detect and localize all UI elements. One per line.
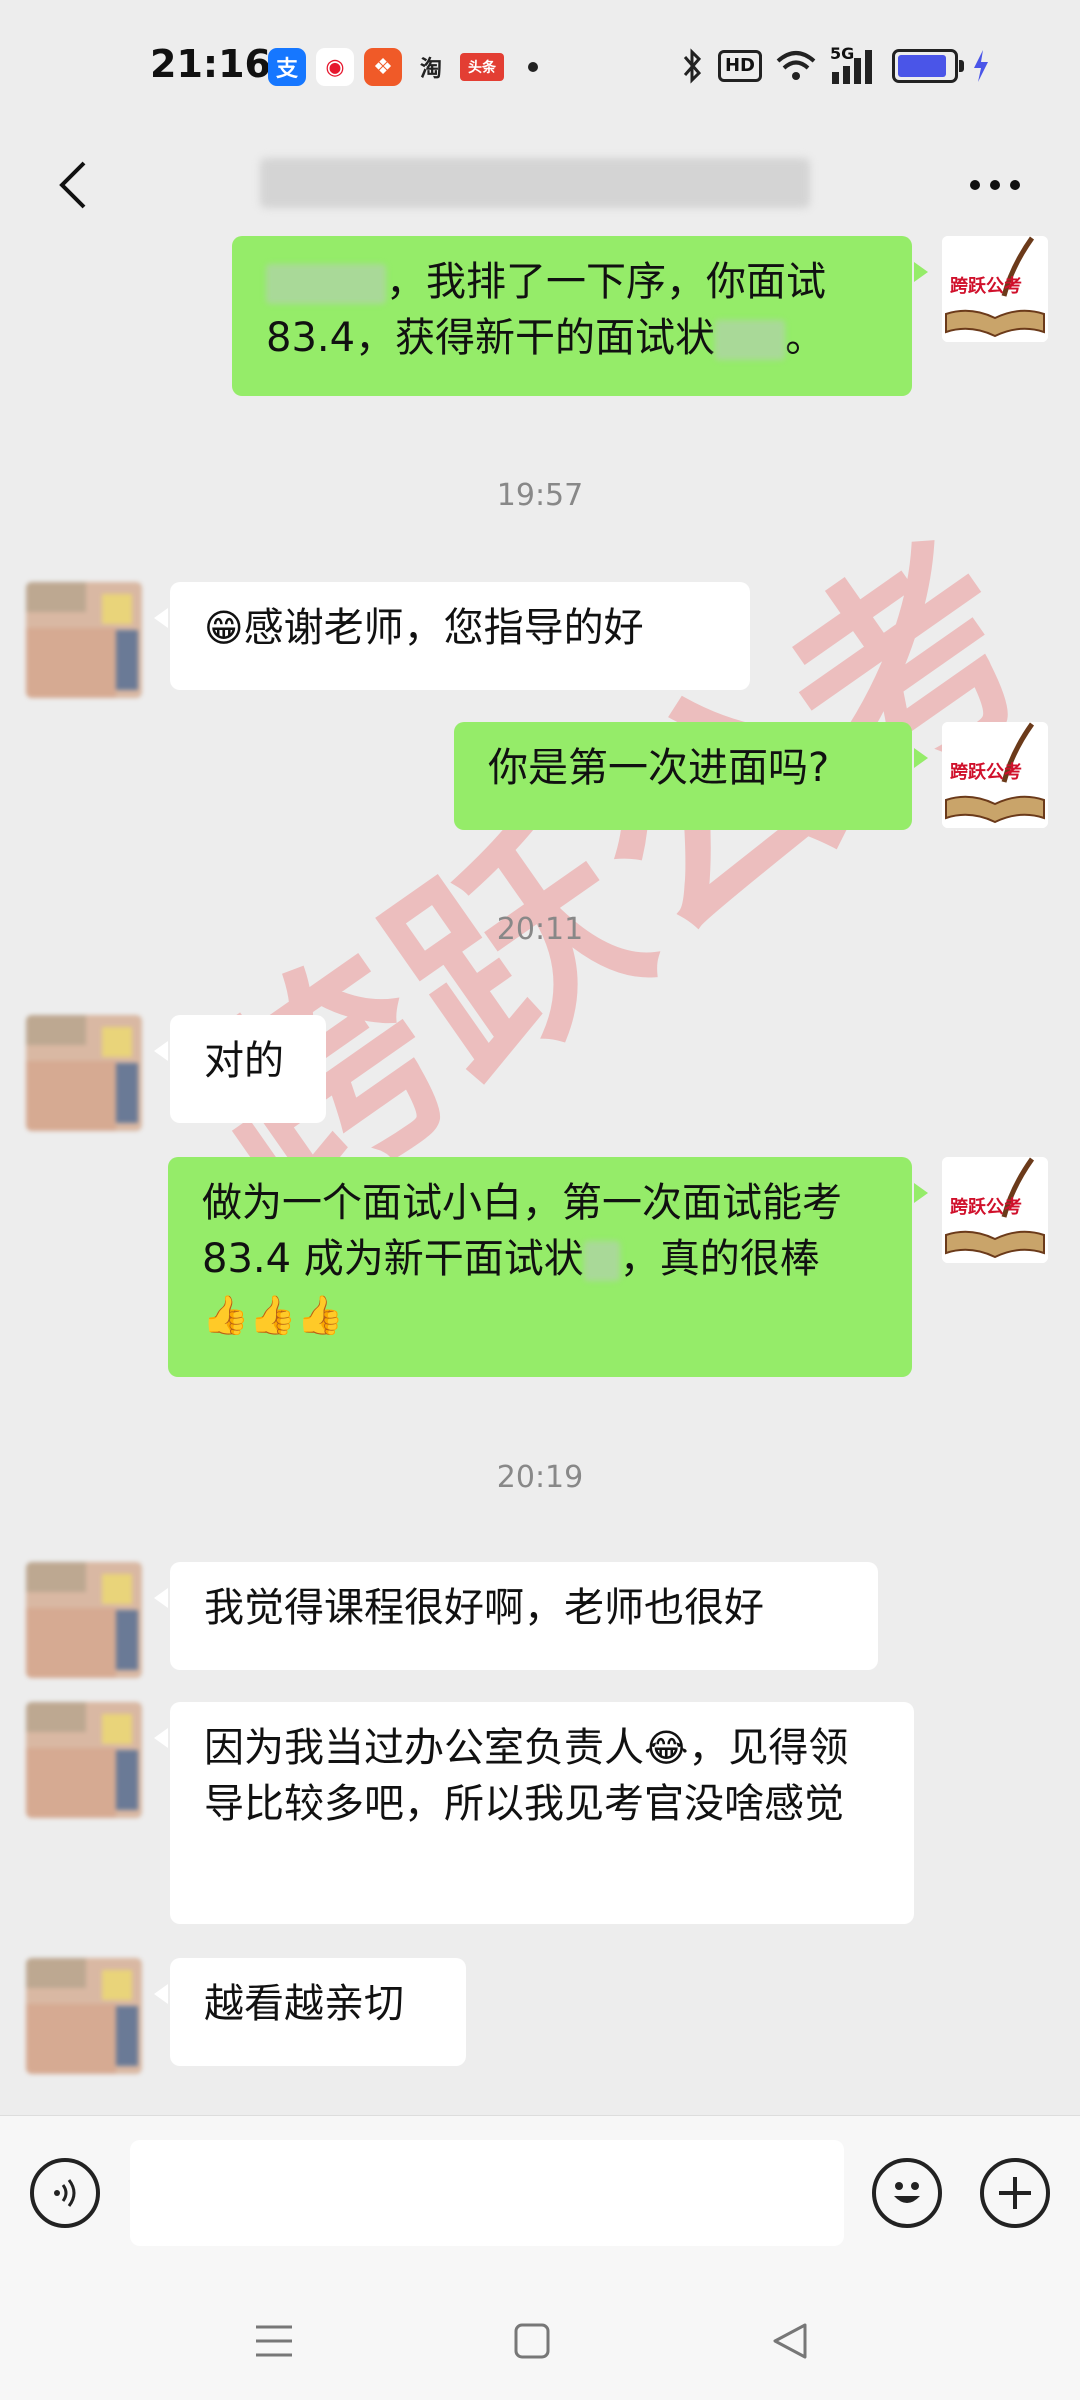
contact-avatar[interactable] [26,1958,142,2074]
message-timestamp: 20:19 [496,1460,584,1495]
toutiao-icon: 头条 [460,53,504,81]
menu-nav-button[interactable] [244,2311,304,2371]
status-bar: 21:16 支 ◉ ❖ 淘 头条 HD 5G [0,0,1080,130]
menu-icon [256,2325,292,2357]
notification-icons: 支 ◉ ❖ 淘 头条 [268,48,538,86]
charging-icon [974,50,988,82]
weibo-icon: ◉ [316,48,354,86]
plus-icon [999,2177,1031,2209]
back-button[interactable] [38,150,108,220]
chat-header [0,130,1080,240]
message-bubble-sent[interactable]: 做为一个面试小白，第一次面试能考 83.4 成为新干面试状 ，真的很棒👍👍👍 [168,1157,928,1377]
book-quill-logo-icon: 跨跃公考 [942,1157,1048,1263]
news-app-icon: ❖ [364,48,402,86]
more-functions-button[interactable] [980,2158,1050,2228]
back-triangle-icon [773,2323,807,2359]
back-nav-button[interactable] [760,2311,820,2371]
contact-avatar[interactable] [26,1562,142,1678]
laughing-tears-emoji-icon: 😂 [644,1726,689,1770]
smiley-icon [894,2182,920,2203]
voice-input-button[interactable] [30,2158,100,2228]
home-nav-button[interactable] [502,2311,562,2371]
blurred-text [715,320,786,360]
book-quill-logo-icon: 跨跃公考 [942,722,1048,828]
contact-avatar[interactable] [26,1702,142,1818]
hd-icon: HD [717,50,762,82]
wifi-icon [776,51,816,80]
my-avatar[interactable]: 跨跃公考 [942,722,1048,828]
blurred-text [583,1241,620,1281]
svg-text:跨跃公考: 跨跃公考 [950,1196,1022,1218]
home-square-icon [514,2323,550,2359]
chat-title-blurred [260,158,810,208]
bluetooth-icon [683,48,702,84]
message-input-bar [0,2115,1080,2276]
message-text-input[interactable] [130,2140,844,2246]
message-bubble-received[interactable]: 越看越亲切 [154,1958,466,2066]
more-options-button[interactable] [960,160,1030,210]
message-bubble-sent[interactable]: 你是第一次进面吗? [454,722,928,830]
message-timestamp: 20:11 [496,912,584,947]
my-avatar[interactable]: 跨跃公考 [942,1157,1048,1263]
message-bubble-sent[interactable]: ，我排了一下序，你面试83.4，获得新干的面试状。 [232,236,928,396]
watermark: 跨跃公考 [150,493,1080,1263]
system-navigation-bar [0,2275,1080,2400]
svg-text:跨跃公考: 跨跃公考 [950,275,1022,297]
chevron-left-icon [59,161,86,209]
emoji-button[interactable] [872,2158,942,2228]
clock: 21:16 [150,42,271,86]
svg-text:跨跃公考: 跨跃公考 [950,761,1022,783]
battery-icon [892,49,964,83]
book-quill-logo-icon: 跨跃公考 [942,236,1048,342]
message-bubble-received[interactable]: 因为我当过办公室负责人😂，见得领导比较多吧，所以我见考官没啥感觉 [154,1702,914,1924]
message-bubble-received[interactable]: 😁感谢老师，您指导的好 [154,582,750,690]
thumbs-up-emoji-icon: 👍👍👍 [202,1293,344,1337]
contact-avatar[interactable] [26,1015,142,1131]
contact-avatar[interactable] [26,582,142,698]
more-notifications-dot-icon [528,62,538,72]
grin-emoji-icon: 😁 [204,606,244,650]
taobao-icon: 淘 [419,57,442,82]
message-bubble-received[interactable]: 对的 [154,1015,326,1123]
my-avatar[interactable]: 跨跃公考 [942,236,1048,342]
voice-icon [54,2179,76,2207]
blurred-name [266,264,386,304]
signal-icon: 5G [830,44,878,84]
alipay-icon: 支 [268,48,306,86]
more-icon [970,180,1020,190]
system-icons: HD 5G [682,44,990,84]
message-bubble-received[interactable]: 我觉得课程很好啊，老师也很好 [154,1562,878,1670]
message-timestamp: 19:57 [496,478,584,513]
